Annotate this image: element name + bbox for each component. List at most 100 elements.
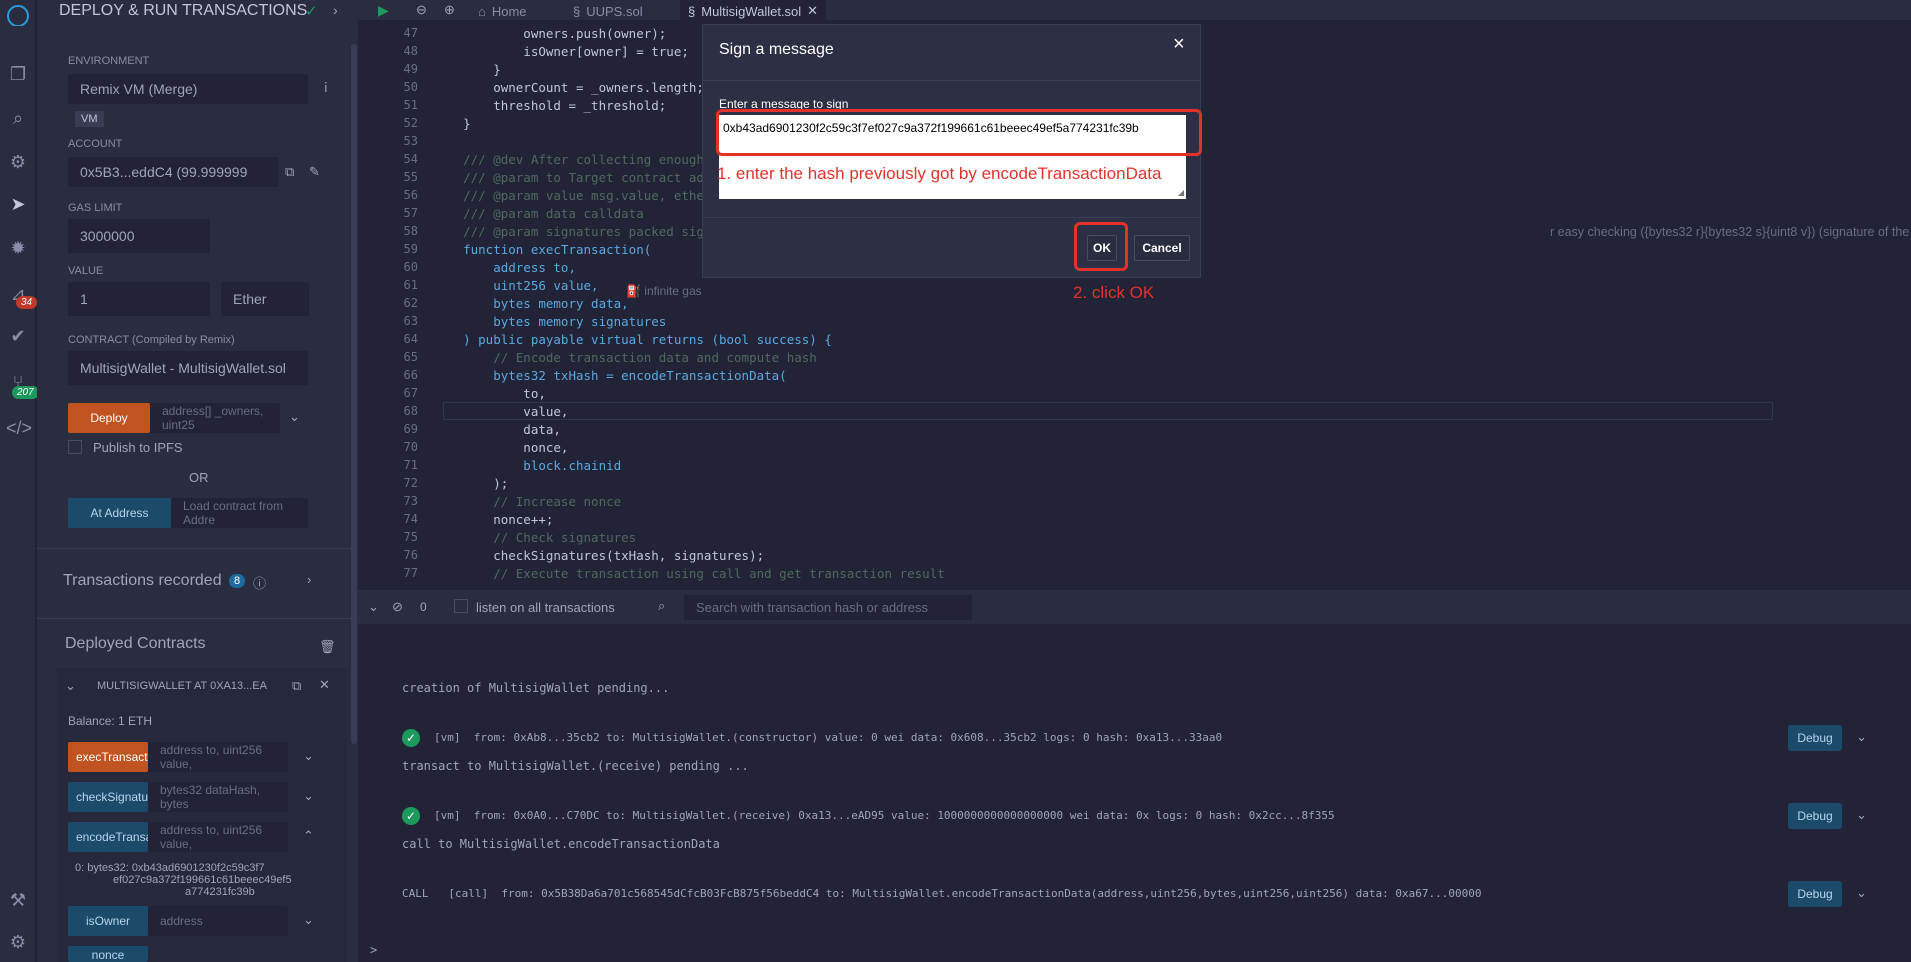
chevron-down-icon[interactable]: ⌄ xyxy=(368,599,379,615)
line-number: 55 xyxy=(403,170,418,184)
contract-select[interactable]: MultisigWallet - MultisigWallet.sol xyxy=(68,351,308,385)
code-line: data, xyxy=(433,422,561,437)
code-line: // Encode transaction data and compute h… xyxy=(433,350,817,365)
encode-transaction-button[interactable]: encodeTransa xyxy=(68,822,152,852)
current-line-highlight xyxy=(443,402,1773,420)
zoom-in-icon[interactable]: ⊕ xyxy=(444,2,455,18)
deploy-params-input[interactable]: address[] _owners, uint25 xyxy=(150,403,280,433)
line-number: 47 xyxy=(403,26,418,40)
debug-button[interactable]: Debug xyxy=(1788,803,1842,829)
chevron-right-icon[interactable]: › xyxy=(307,572,311,587)
deploy-button[interactable]: Deploy xyxy=(68,403,150,433)
trash-icon[interactable]: 🗑 xyxy=(319,639,336,655)
exec-transaction-button[interactable]: execTransact xyxy=(68,742,148,772)
line-number: 59 xyxy=(403,242,418,256)
chevron-down-icon[interactable]: ⌄ xyxy=(1856,807,1867,823)
chevron-right-icon[interactable]: › xyxy=(333,2,338,18)
copy-icon[interactable]: ⧉ xyxy=(285,164,294,180)
transactions-recorded-label[interactable]: Transactions recorded xyxy=(63,572,222,590)
code-line: ownerCount = _owners.length; xyxy=(433,80,704,95)
code-line: isOwner[owner] = true; xyxy=(433,44,689,59)
is-owner-button[interactable]: isOwner xyxy=(68,906,148,936)
info-icon[interactable]: ⓘ xyxy=(253,573,266,592)
nonce-button[interactable]: nonce xyxy=(68,946,148,962)
home-icon: ⌂ xyxy=(478,3,486,19)
search-icon[interactable]: ⌕ xyxy=(6,106,30,130)
listen-label: listen on all transactions xyxy=(476,600,615,615)
copy-icon[interactable]: ⧉ xyxy=(292,678,301,694)
environment-select[interactable]: Remix VM (Merge) xyxy=(68,74,308,104)
chevron-down-icon[interactable]: ⌄ xyxy=(65,678,76,694)
at-address-input[interactable]: Load contract from Addre xyxy=(171,498,308,528)
line-number: 70 xyxy=(403,440,418,454)
line-number: 57 xyxy=(403,206,418,220)
annotation-box-message xyxy=(716,109,1202,156)
value-input[interactable]: 1 xyxy=(68,282,210,316)
run-icon[interactable]: ▶ xyxy=(378,2,389,19)
transactions-count-badge: 8 xyxy=(229,574,246,588)
edit-icon[interactable]: ✎ xyxy=(309,164,320,180)
test-icon[interactable]: ✔ xyxy=(6,324,30,348)
chevron-down-icon[interactable]: ⌄ xyxy=(1856,885,1867,901)
code-icon[interactable]: </> xyxy=(6,416,32,440)
code-line: threshold = _threshold; xyxy=(433,98,667,113)
output-line: ef027c9a372f199661c61beeec49ef5 xyxy=(113,874,292,886)
close-icon[interactable]: ✕ xyxy=(807,3,818,19)
close-icon[interactable]: × xyxy=(1173,33,1185,56)
tab-home[interactable]: ⌂ Home xyxy=(478,0,527,22)
line-number: 67 xyxy=(403,386,418,400)
value-unit-select[interactable]: Ether xyxy=(221,282,309,316)
check-signatures-button[interactable]: checkSignatu xyxy=(68,782,148,812)
cancel-button[interactable]: Cancel xyxy=(1134,235,1190,261)
debug-button[interactable]: Debug xyxy=(1788,881,1842,907)
deploy-run-icon[interactable]: ➤ xyxy=(6,192,30,216)
at-address-button[interactable]: At Address xyxy=(68,498,171,528)
tab-uups[interactable]: § UUPS.sol xyxy=(573,0,643,22)
zoom-out-icon[interactable]: ⊖ xyxy=(416,2,427,18)
panel-scrollbar[interactable] xyxy=(351,44,357,744)
gas-limit-input[interactable]: 3000000 xyxy=(68,219,210,253)
exec-transaction-params[interactable]: address to, uint256 value, xyxy=(148,742,288,772)
publish-ipfs-label: Publish to IPFS xyxy=(93,440,183,455)
terminal-prompt[interactable]: > xyxy=(370,943,377,957)
chevron-down-icon[interactable]: ⌄ xyxy=(303,912,314,928)
code-line: } xyxy=(433,116,471,131)
annotation-step2: 2. click OK xyxy=(1073,283,1155,302)
chevron-down-icon[interactable]: ⌄ xyxy=(289,409,300,425)
info-icon[interactable]: ⅰ xyxy=(324,80,328,96)
check-signatures-params[interactable]: bytes32 dataHash, bytes xyxy=(148,782,288,812)
line-number: 72 xyxy=(403,476,418,490)
line-number: 52 xyxy=(403,116,418,130)
code-line: ) public payable virtual returns (bool s… xyxy=(433,332,832,347)
account-select[interactable]: 0x5B3...eddC4 (99.999999 xyxy=(68,157,278,187)
close-icon[interactable]: ✕ xyxy=(319,677,330,693)
compiler-icon[interactable]: ⚙ xyxy=(6,150,30,174)
tx-line[interactable]: [vm] from: 0xAb8...35cb2 to: MultisigWal… xyxy=(434,731,1222,744)
clear-icon[interactable]: ⊘ xyxy=(392,599,403,615)
resize-handle-icon[interactable]: ◢ xyxy=(1178,188,1184,197)
listen-checkbox[interactable] xyxy=(454,599,468,613)
deploy-panel: DEPLOY & RUN TRANSACTIONS ✓ › ENVIRONMEN… xyxy=(37,0,358,962)
is-owner-param[interactable]: address xyxy=(148,906,288,936)
debugger-icon[interactable]: ✹ xyxy=(6,236,30,260)
chevron-down-icon[interactable]: ⌄ xyxy=(303,748,314,764)
code-line: block.chainid xyxy=(433,458,622,473)
call-line[interactable]: CALL [call] from: 0x5B38Da6a701c568545dC… xyxy=(402,887,1481,900)
instance-name[interactable]: MULTISIGWALLET AT 0XA13...EA xyxy=(97,680,267,692)
chevron-up-icon[interactable]: ⌃ xyxy=(303,828,314,844)
file-explorer-icon[interactable]: ❐ xyxy=(6,62,30,86)
settings-gear-icon[interactable]: ⚙ xyxy=(6,930,30,954)
tab-multisig[interactable]: § MultisigWallet.sol ✕ xyxy=(680,0,827,22)
terminal-search-input[interactable]: Search with transaction hash or address xyxy=(684,595,972,620)
contract-label: CONTRACT (Compiled by Remix) xyxy=(68,334,235,346)
debug-button[interactable]: Debug xyxy=(1788,725,1842,751)
plugin-manager-icon[interactable]: ⚒ xyxy=(6,888,30,912)
chevron-down-icon[interactable]: ⌄ xyxy=(303,788,314,804)
tx-line[interactable]: [vm] from: 0x0A0...C70DC to: MultisigWal… xyxy=(434,809,1335,822)
encode-transaction-params[interactable]: address to, uint256 value, xyxy=(148,822,288,852)
remix-logo-icon[interactable] xyxy=(6,2,30,27)
chevron-down-icon[interactable]: ⌄ xyxy=(1856,729,1867,745)
publish-checkbox[interactable] xyxy=(68,440,82,454)
line-number: 62 xyxy=(403,296,418,310)
line-number: 64 xyxy=(403,332,418,346)
